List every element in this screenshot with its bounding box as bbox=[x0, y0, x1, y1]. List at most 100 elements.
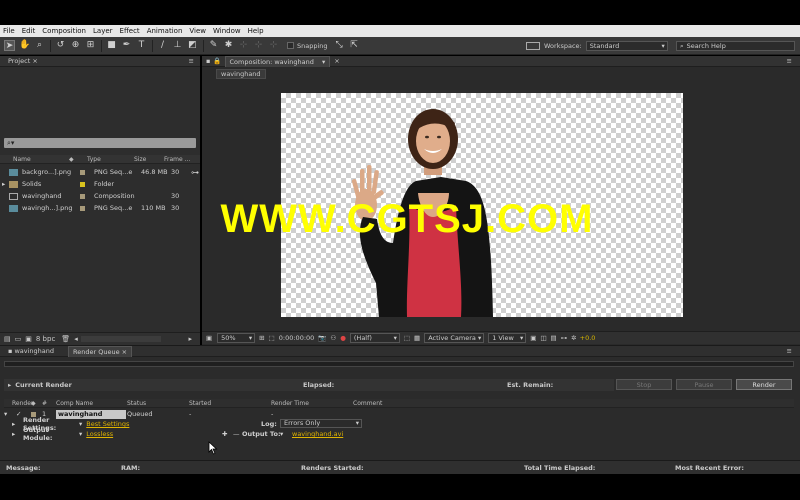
col-comp-name[interactable]: Comp Name bbox=[56, 400, 127, 407]
list-item[interactable]: ▸ Solids Folder bbox=[0, 178, 200, 190]
panel-menu-icon[interactable]: ▪ bbox=[206, 57, 210, 65]
add-output-module-icon[interactable]: ✚ bbox=[222, 430, 227, 438]
search-help-input[interactable]: ⌕ Search Help bbox=[676, 41, 795, 51]
scroll-left-icon[interactable]: ◂ bbox=[74, 335, 78, 343]
col-render[interactable]: Render bbox=[4, 400, 33, 407]
tab-composition[interactable]: Composition: wavinghand ▾ bbox=[224, 55, 331, 67]
rotation-tool-icon[interactable]: ↺ bbox=[55, 40, 66, 51]
remove-output-module-icon[interactable]: — bbox=[233, 430, 240, 438]
col-render-time[interactable]: Render Time bbox=[271, 400, 353, 407]
camera-tool-icon[interactable]: ⊕ bbox=[70, 40, 81, 51]
color-channels-icon[interactable]: ● bbox=[340, 334, 346, 342]
current-time[interactable]: 0:00:00:00 bbox=[279, 334, 315, 342]
list-item[interactable]: wavingh...].png PNG Seq...e 110 MB 30 bbox=[0, 202, 200, 214]
new-folder-icon[interactable]: ▭ bbox=[15, 335, 22, 343]
zoom-dropdown[interactable]: 50% ▾ bbox=[217, 333, 256, 343]
label-swatch[interactable] bbox=[80, 169, 85, 175]
new-composition-icon[interactable]: ▣ bbox=[25, 335, 32, 343]
horizontal-scrollbar[interactable] bbox=[80, 336, 161, 342]
label-column-icon[interactable]: ◆ bbox=[31, 400, 42, 407]
chevron-down-icon[interactable]: ▾ bbox=[322, 58, 325, 66]
camera-dropdown[interactable]: Active Camera ▾ bbox=[424, 333, 485, 343]
col-size[interactable]: Size bbox=[134, 156, 164, 163]
expand-triangle-icon[interactable]: ▸ bbox=[0, 180, 9, 188]
label-column-icon[interactable]: ◆ bbox=[69, 156, 87, 163]
project-bpc[interactable]: 8 bpc bbox=[36, 335, 55, 343]
safe-margins-icon[interactable]: ⊞ bbox=[259, 334, 264, 342]
puppet-pin-tool-icon[interactable]: ✱ bbox=[223, 40, 234, 51]
expand-triangle-icon[interactable]: ▾ bbox=[4, 410, 16, 418]
project-search-input[interactable]: ⌕▾ bbox=[4, 138, 196, 148]
clone-stamp-tool-icon[interactable]: ⊥ bbox=[172, 40, 183, 51]
scroll-right-icon[interactable]: ▸ bbox=[188, 335, 192, 343]
panel-menu-icon[interactable]: ≡ bbox=[189, 57, 194, 65]
eraser-tool-icon[interactable]: ◩ bbox=[187, 40, 198, 51]
render-button[interactable]: Render bbox=[736, 379, 792, 390]
zoom-tool-icon[interactable]: ⌕ bbox=[34, 40, 45, 51]
close-icon[interactable]: × bbox=[334, 57, 339, 65]
pan-behind-tool-icon[interactable]: ⊞ bbox=[85, 40, 96, 51]
col-started[interactable]: Started bbox=[189, 400, 271, 407]
col-name[interactable]: Name bbox=[13, 156, 69, 163]
tab-render-queue[interactable]: Render Queue × bbox=[68, 345, 133, 357]
expand-icon[interactable]: ⇱ bbox=[349, 40, 360, 51]
menu-composition[interactable]: Composition bbox=[42, 27, 86, 35]
pen-tool-icon[interactable]: ✒ bbox=[121, 40, 132, 51]
snapping-options-icon[interactable]: ⤡ bbox=[334, 40, 345, 51]
list-item[interactable]: wavinghand Composition 30 bbox=[0, 190, 200, 202]
stop-button[interactable]: Stop bbox=[616, 379, 672, 390]
render-queue-item[interactable]: ▾ ✓ 1 wavinghand Queued - - bbox=[4, 409, 794, 419]
menu-animation[interactable]: Animation bbox=[147, 27, 183, 35]
menu-window[interactable]: Window bbox=[213, 27, 241, 35]
pause-button[interactable]: Pause bbox=[676, 379, 732, 390]
tab-wavinghand-timeline[interactable]: ▪ wavinghand bbox=[4, 346, 58, 357]
menu-view[interactable]: View bbox=[189, 27, 206, 35]
snapping-checkbox[interactable] bbox=[287, 42, 294, 49]
menu-edit[interactable]: Edit bbox=[22, 27, 36, 35]
brush-tool-icon[interactable]: ∕ bbox=[157, 40, 168, 51]
close-icon[interactable]: × bbox=[32, 57, 37, 65]
text-tool-icon[interactable]: T bbox=[136, 40, 147, 51]
fast-previews-icon[interactable]: ⬚ bbox=[404, 334, 410, 342]
menu-file[interactable]: File bbox=[3, 27, 15, 35]
col-frame[interactable]: Frame ... bbox=[164, 156, 196, 163]
selection-tool-icon[interactable]: ➤ bbox=[4, 40, 15, 51]
show-snapshot-icon[interactable]: ⚇ bbox=[330, 334, 336, 342]
hand-tool-icon[interactable]: ✋ bbox=[19, 40, 30, 51]
flowchart-icon[interactable]: ⊶ bbox=[561, 334, 568, 342]
output-module-link[interactable]: Lossless bbox=[86, 430, 113, 438]
fast-preview-icon[interactable]: ◫ bbox=[540, 334, 546, 342]
list-item[interactable]: backgro...].png PNG Seq...e 46.8 MB 30 ⊶ bbox=[0, 166, 200, 178]
expand-triangle-icon[interactable]: ▸ bbox=[4, 430, 23, 438]
chevron-down-icon[interactable]: ▾ bbox=[79, 420, 82, 428]
col-comment[interactable]: Comment bbox=[353, 400, 413, 407]
panel-menu-icon[interactable]: ≡ bbox=[787, 347, 792, 355]
exposure-value[interactable]: +0.0 bbox=[580, 334, 596, 342]
expand-triangle-icon[interactable]: ▸ bbox=[8, 381, 11, 389]
chevron-down-icon[interactable]: ▾ bbox=[280, 430, 283, 438]
expand-triangle-icon[interactable]: ▸ bbox=[4, 420, 23, 428]
comp-navigator-tab[interactable]: wavinghand bbox=[216, 69, 266, 79]
label-swatch[interactable] bbox=[80, 205, 85, 211]
snapping-toggle[interactable]: Snapping bbox=[287, 42, 328, 50]
roto-brush-tool-icon[interactable]: ✎ bbox=[208, 40, 219, 51]
timeline-icon[interactable]: ▤ bbox=[551, 334, 557, 342]
menu-layer[interactable]: Layer bbox=[93, 27, 113, 35]
trash-icon[interactable]: 🗑 bbox=[61, 335, 70, 343]
interpret-footage-icon[interactable]: ▤ bbox=[4, 335, 11, 343]
log-dropdown[interactable]: Errors Only ▾ bbox=[280, 419, 362, 428]
menu-effect[interactable]: Effect bbox=[120, 27, 140, 35]
menu-help[interactable]: Help bbox=[248, 27, 264, 35]
label-swatch[interactable] bbox=[80, 181, 85, 187]
output-to-link[interactable]: wavinghand.avi bbox=[292, 430, 343, 438]
col-type[interactable]: Type bbox=[87, 156, 134, 163]
exposure-reset-icon[interactable]: ✲ bbox=[571, 334, 576, 342]
close-icon[interactable]: × bbox=[122, 348, 127, 356]
rectangle-tool-icon[interactable]: ■ bbox=[106, 40, 117, 51]
views-dropdown[interactable]: 1 View ▾ bbox=[488, 333, 527, 343]
snapshot-icon[interactable]: 📷 bbox=[318, 334, 326, 342]
workspace-dropdown[interactable]: Standard ▾ bbox=[585, 41, 668, 51]
toggle-pixel-aspect-icon[interactable]: ▣ bbox=[530, 334, 536, 342]
always-preview-icon[interactable]: ▣ bbox=[206, 334, 212, 342]
col-status[interactable]: Status bbox=[127, 400, 189, 407]
